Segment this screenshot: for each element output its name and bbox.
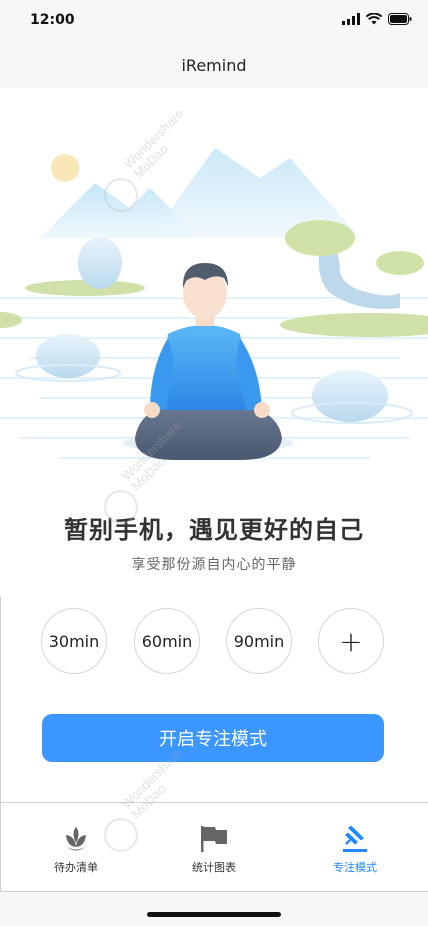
wifi-icon <box>366 13 382 25</box>
rock-right <box>312 370 388 422</box>
nav-bar: iRemind <box>0 44 428 88</box>
duration-30min-button[interactable]: 30min <box>41 608 107 674</box>
flag-icon <box>201 826 227 852</box>
battery-icon <box>388 13 412 25</box>
tab-label: 统计图表 <box>192 861 236 874</box>
plus-icon: + <box>339 624 363 658</box>
subheadline: 享受那份源自内心的平静 <box>131 557 297 573</box>
focus-icon <box>343 825 367 852</box>
app-title: iRemind <box>181 56 247 75</box>
status-time: 12:00 <box>30 12 75 28</box>
hero-section: 暂别手机，遇见更好的自己 享受那份源自内心的平静 <box>0 88 428 596</box>
duration-label: 90min <box>233 631 285 651</box>
watermark-logo <box>104 818 138 852</box>
meditation-illustration <box>0 148 428 460</box>
signal-icon <box>342 13 360 25</box>
duration-90min-button[interactable]: 90min <box>226 608 292 674</box>
watermark-logo <box>104 178 138 212</box>
island-edge-left <box>0 312 22 328</box>
island-right <box>280 313 428 337</box>
status-icons <box>342 13 412 25</box>
status-bar: 12:00 <box>0 0 428 44</box>
island-left <box>25 280 145 296</box>
rock-left <box>36 334 100 378</box>
lotus-icon <box>66 827 86 851</box>
home-indicator[interactable] <box>147 912 281 917</box>
focus-control-panel: 30min 60min 90min + 开启专注模式 <box>0 596 428 803</box>
tab-bar: 待办清单 统计图表 专注模式 <box>0 803 428 892</box>
tab-focus-mode[interactable]: 专注模式 <box>300 825 410 875</box>
start-focus-button[interactable]: 开启专注模式 <box>42 714 384 762</box>
duration-label: 60min <box>141 631 193 651</box>
add-duration-button[interactable]: + <box>318 608 384 674</box>
headline: 暂别手机，遇见更好的自己 <box>64 516 364 544</box>
tab-label: 专注模式 <box>333 861 377 874</box>
tab-label: 待办清单 <box>54 861 98 874</box>
tab-statistics[interactable]: 统计图表 <box>159 825 269 875</box>
duration-label: 30min <box>48 631 100 651</box>
duration-60min-button[interactable]: 60min <box>134 608 200 674</box>
sun-shape <box>51 154 79 182</box>
watermark-logo <box>104 490 138 524</box>
